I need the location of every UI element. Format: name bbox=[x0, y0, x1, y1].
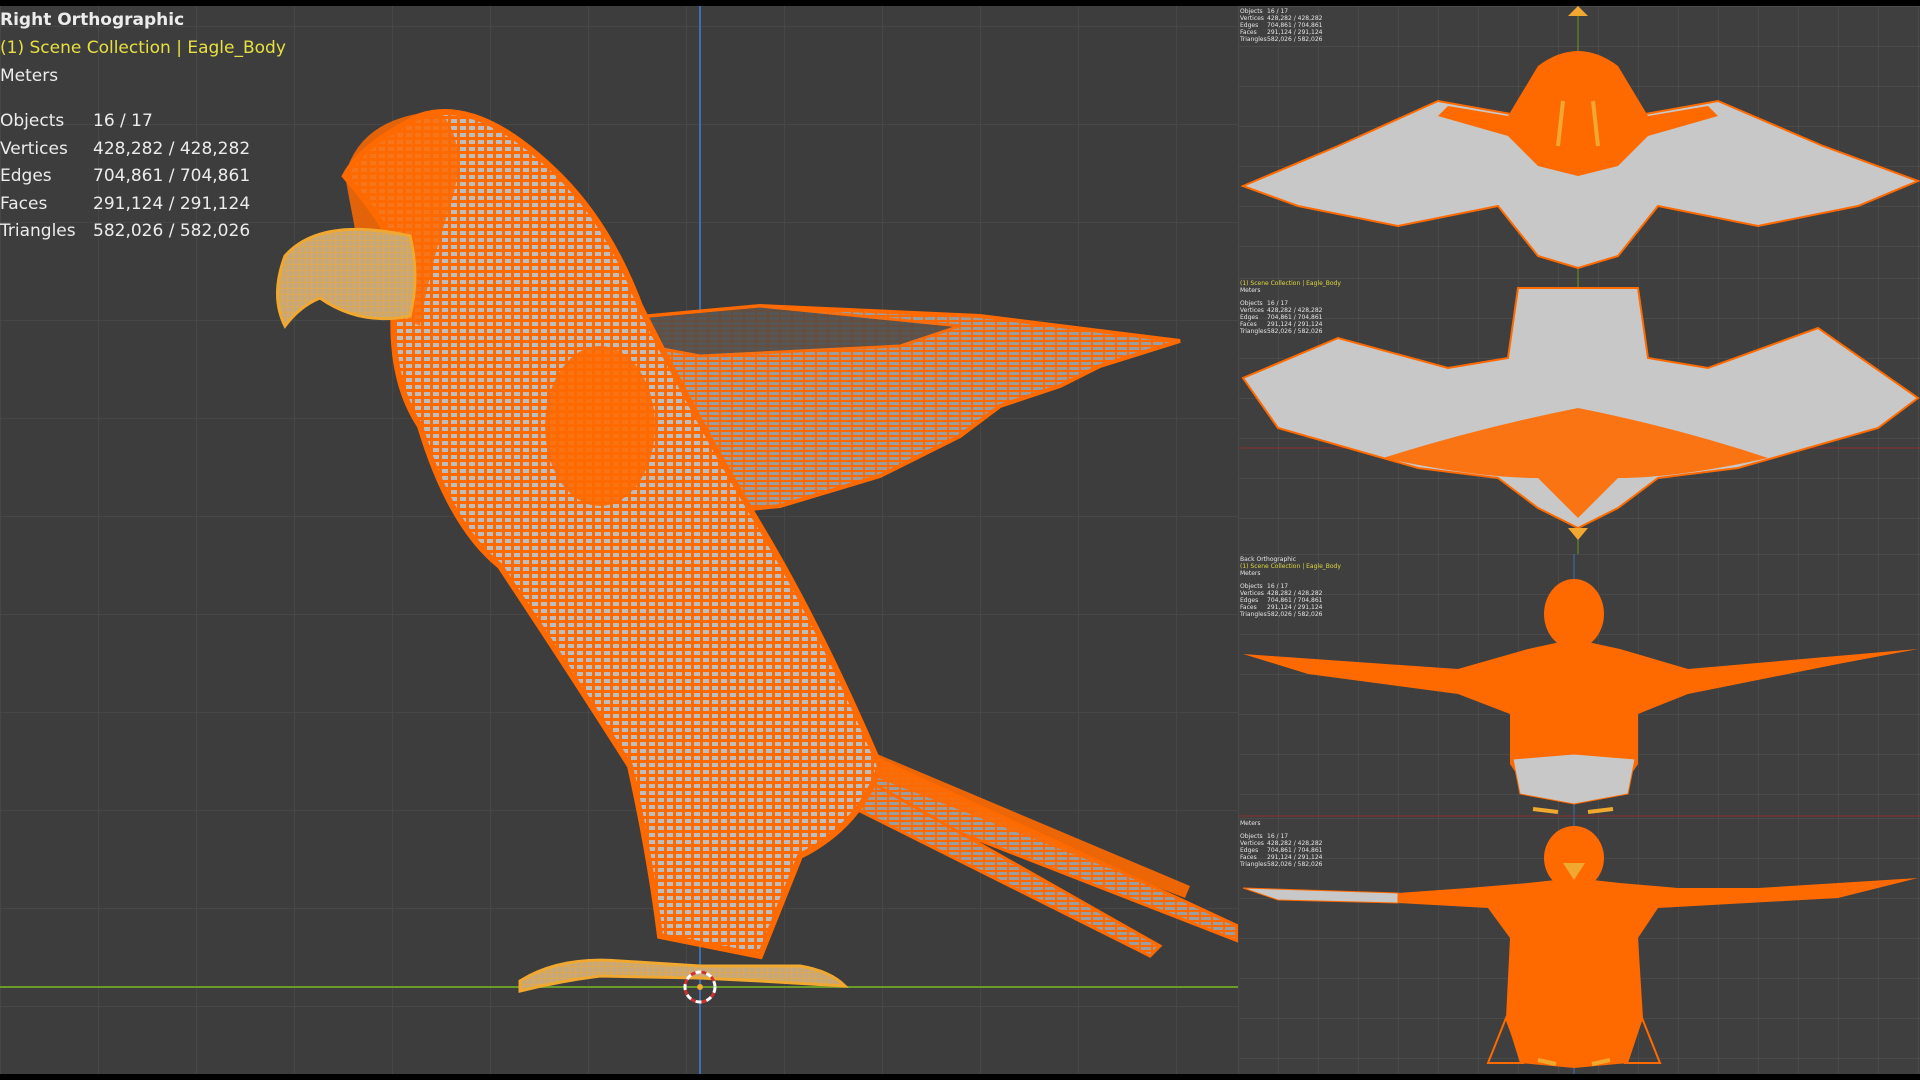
stat-label: Objects bbox=[1240, 583, 1263, 590]
stat-row: Edges 704,861 / 704,861 bbox=[1240, 314, 1341, 321]
stat-value: 16 / 17 bbox=[1267, 833, 1289, 840]
stat-value: 582,026 / 582,026 bbox=[1267, 328, 1323, 335]
stat-label: Objects bbox=[1240, 8, 1263, 15]
stat-value: 428,282 / 428,282 bbox=[1267, 307, 1323, 314]
stat-value: 704,861 / 704,861 bbox=[1267, 597, 1323, 604]
stat-value: 16 / 17 bbox=[1267, 583, 1289, 590]
stat-label: Faces bbox=[1240, 604, 1257, 611]
stat-value: 428,282 / 428,282 bbox=[93, 138, 251, 159]
stat-label: Triangles bbox=[1240, 328, 1267, 335]
stat-label: Edges bbox=[1240, 22, 1259, 29]
stat-row: Faces 291,124 / 291,124 bbox=[0, 191, 250, 219]
stat-row: Triangles 582,026 / 582,026 bbox=[1240, 36, 1322, 43]
viewport-panel-bottom[interactable]: (1) Scene Collection | Eagle_Body Meters… bbox=[1238, 278, 1920, 554]
stat-row: Triangles 582,026 / 582,026 bbox=[1240, 328, 1341, 335]
view-name-label: Back Orthographic bbox=[1240, 556, 1297, 563]
stat-value: 704,861 / 704,861 bbox=[1267, 22, 1323, 29]
stat-row: Objects 16 / 17 bbox=[0, 108, 250, 136]
stat-row: Vertices 428,282 / 428,282 bbox=[1240, 307, 1341, 314]
units-label: Meters bbox=[1240, 570, 1261, 577]
panel-stats: Objects 16 / 17 Vertices 428,282 / 428,282… bbox=[1240, 8, 1322, 43]
panel-info: Meters Objects 16 / 17 Vertices 428,282 / … bbox=[1240, 820, 1322, 868]
panel-info: Back Orthographic (1) Scene Collection |… bbox=[1240, 556, 1341, 618]
stat-value: 291,124 / 291,124 bbox=[1267, 604, 1323, 611]
stat-value: 428,282 / 428,282 bbox=[1267, 15, 1323, 22]
stat-label: Edges bbox=[0, 166, 52, 186]
eagle-front-view bbox=[1242, 818, 1918, 1074]
collection-label: (1) Scene Collection | Eagle_Body bbox=[1240, 563, 1341, 570]
stat-value: 428,282 / 428,282 bbox=[1267, 590, 1323, 597]
viewport-panel-top[interactable]: Objects 16 / 17 Vertices 428,282 / 428,282… bbox=[1238, 6, 1920, 278]
stat-label: Vertices bbox=[0, 138, 68, 159]
stat-row: Objects 16 / 17 bbox=[1240, 833, 1322, 840]
eagle-top-view bbox=[1240, 6, 1920, 278]
stat-label: Objects bbox=[1240, 833, 1263, 840]
stat-value: 428,282 / 428,282 bbox=[1267, 840, 1323, 847]
stat-value: 582,026 / 582,026 bbox=[1267, 611, 1323, 618]
stat-row: Objects 16 / 17 bbox=[1240, 583, 1341, 590]
collection-label: (1) Scene Collection | Eagle_Body bbox=[0, 38, 286, 58]
reference-views-column: Objects 16 / 17 Vertices 428,282 / 428,282… bbox=[1238, 6, 1920, 1074]
stat-row: Vertices 428,282 / 428,282 bbox=[1240, 15, 1322, 22]
viewport-panel-back[interactable]: Back Orthographic (1) Scene Collection |… bbox=[1238, 554, 1920, 818]
stat-row: Objects 16 / 17 bbox=[1240, 300, 1341, 307]
stat-row: Edges 704,861 / 704,861 bbox=[0, 163, 250, 191]
stat-label: Objects bbox=[0, 111, 65, 131]
stat-row: Vertices 428,282 / 428,282 bbox=[1240, 590, 1341, 597]
stat-label: Vertices bbox=[1240, 307, 1264, 314]
stat-value: 291,124 / 291,124 bbox=[1267, 29, 1323, 36]
stat-value: 582,026 / 582,026 bbox=[93, 221, 251, 241]
collection-label: (1) Scene Collection | Eagle_Body bbox=[1240, 280, 1341, 287]
stat-row: Edges 704,861 / 704,861 bbox=[1240, 847, 1322, 854]
stat-label: Vertices bbox=[1240, 590, 1264, 597]
stat-row: Triangles 582,026 / 582,026 bbox=[1240, 861, 1322, 868]
stat-value: 704,861 / 704,861 bbox=[1267, 847, 1323, 854]
stat-label: Objects bbox=[1240, 300, 1263, 307]
stat-value: 704,861 / 704,861 bbox=[1267, 314, 1323, 321]
stat-value: 16 / 17 bbox=[1267, 8, 1289, 15]
stat-row: Edges 704,861 / 704,861 bbox=[1240, 22, 1322, 29]
panel-info: (1) Scene Collection | Eagle_Body Meters… bbox=[1240, 280, 1341, 335]
units-label: Meters bbox=[0, 66, 59, 86]
stat-row: Vertices 428,282 / 428,282 bbox=[1240, 840, 1322, 847]
units-label: Meters bbox=[1240, 287, 1261, 294]
stat-value: 16 / 17 bbox=[1267, 300, 1289, 307]
stat-value: 291,124 / 291,124 bbox=[1267, 854, 1323, 861]
stat-value: 291,124 / 291,124 bbox=[93, 193, 251, 214]
stat-label: Edges bbox=[1240, 314, 1259, 321]
stat-value: 16 / 17 bbox=[93, 111, 153, 131]
stat-row: Objects 16 / 17 bbox=[1240, 8, 1322, 15]
viewport-info-overlay: Right Orthographic (1) Scene Collection … bbox=[0, 6, 286, 90]
stat-label: Triangles bbox=[1240, 36, 1267, 43]
stat-row: Faces 291,124 / 291,124 bbox=[1240, 321, 1341, 328]
view-name-label: Right Orthographic bbox=[0, 10, 185, 30]
stat-row: Faces 291,124 / 291,124 bbox=[1240, 604, 1341, 611]
stat-label: Vertices bbox=[1240, 840, 1264, 847]
stat-row: Triangles 582,026 / 582,026 bbox=[1240, 611, 1341, 618]
viewport-panel-front[interactable]: Meters Objects 16 / 17 Vertices 428,282 / … bbox=[1238, 818, 1920, 1074]
stat-row: Faces 291,124 / 291,124 bbox=[1240, 854, 1322, 861]
stat-label: Triangles bbox=[1240, 861, 1267, 868]
stat-value: 291,124 / 291,124 bbox=[1267, 321, 1323, 328]
scene-statistics: Objects 16 / 17 Vertices 428,282 / 428,282… bbox=[0, 108, 250, 246]
stat-value: 582,026 / 582,026 bbox=[1267, 36, 1323, 43]
stat-label: Triangles bbox=[1240, 611, 1267, 618]
stat-label: Faces bbox=[1240, 854, 1257, 861]
stat-row: Edges 704,861 / 704,861 bbox=[1240, 597, 1341, 604]
stat-label: Triangles bbox=[0, 221, 76, 241]
stat-label: Faces bbox=[1240, 321, 1257, 328]
stat-value: 704,861 / 704,861 bbox=[93, 166, 251, 186]
stat-label: Edges bbox=[1240, 597, 1259, 604]
stat-label: Faces bbox=[0, 193, 48, 214]
stat-label: Vertices bbox=[1240, 15, 1264, 22]
units-label: Meters bbox=[1240, 820, 1261, 827]
stat-label: Edges bbox=[1240, 847, 1259, 854]
stat-row: Triangles 582,026 / 582,026 bbox=[0, 218, 250, 246]
stat-value: 582,026 / 582,026 bbox=[1267, 861, 1323, 868]
stat-label: Faces bbox=[1240, 29, 1257, 36]
stat-row: Faces 291,124 / 291,124 bbox=[1240, 29, 1322, 36]
stat-row: Vertices 428,282 / 428,282 bbox=[0, 136, 250, 164]
